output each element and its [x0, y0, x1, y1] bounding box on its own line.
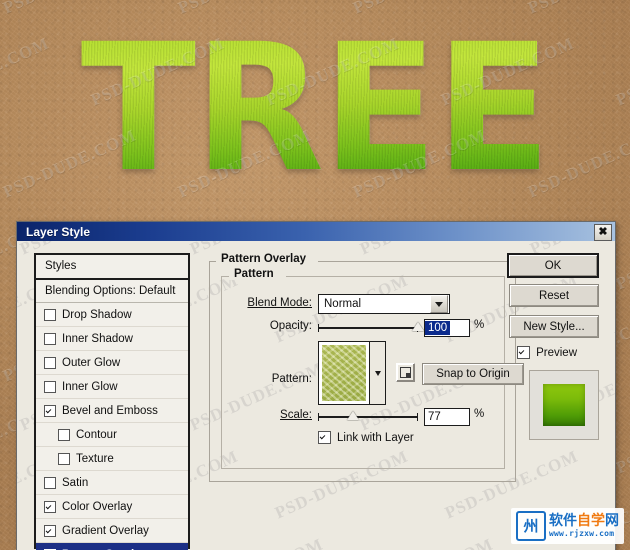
pattern-label-text: Pattern: [271, 373, 312, 385]
watermark-text: PSD-DUDE.COM [612, 270, 615, 347]
watermark-text: PSD-DUDE.COM [357, 241, 496, 259]
screenshot-root: TREE TREE PSD-DUDE.COMPSD-DUDE.COMPSD-DU… [0, 0, 630, 550]
opacity-slider-track[interactable] [318, 324, 418, 332]
dialog-title: Layer Style [26, 224, 91, 239]
logo-name-part2: 自学 [577, 513, 605, 529]
checkbox-icon[interactable] [44, 500, 56, 513]
subgroup-border-right [286, 276, 504, 277]
blend-mode-value: Normal [324, 298, 362, 310]
style-row-label: Outer Glow [62, 356, 121, 369]
dialog-title-bar: Layer Style ✖ [17, 222, 615, 241]
blend-mode-select[interactable]: Normal [318, 294, 450, 314]
checkbox-icon[interactable] [58, 428, 70, 441]
scale-label: Scale: [228, 409, 312, 421]
pattern-picker-chevron-down-icon[interactable] [369, 342, 385, 404]
checkbox-icon[interactable] [58, 452, 70, 465]
style-row[interactable]: Texture [36, 447, 188, 471]
new-style-button[interactable]: New Style... [509, 315, 599, 338]
checkbox-icon [517, 346, 531, 359]
style-row-label: Gradient Overlay [62, 524, 149, 537]
opacity-input[interactable]: 100 [424, 319, 470, 337]
scale-input[interactable]: 77 [424, 408, 470, 426]
preset-square-icon [400, 367, 411, 378]
watermark-text: PSD-DUDE.COM [187, 535, 326, 550]
scale-label-text: Scale: [280, 409, 312, 421]
checkbox-icon[interactable] [44, 524, 56, 537]
checkbox-icon[interactable] [44, 308, 56, 321]
opacity-slider-thumb[interactable] [412, 322, 424, 331]
logo-name-part3: 网 [605, 513, 619, 529]
group-border-right [318, 261, 515, 262]
opacity-unit: % [474, 319, 485, 331]
scale-slider-track[interactable] [318, 413, 418, 421]
new-pattern-preset-icon[interactable] [396, 363, 415, 382]
style-row[interactable]: Inner Shadow [36, 327, 188, 351]
style-row[interactable]: Color Overlay [36, 495, 188, 519]
close-icon[interactable]: ✖ [594, 224, 612, 241]
logo-mark-icon: 州 [516, 511, 546, 541]
scale-unit: % [474, 408, 485, 420]
preview-checkbox[interactable]: Preview [517, 346, 577, 359]
chevron-down-icon[interactable] [430, 295, 448, 313]
checkbox-icon[interactable] [44, 356, 56, 369]
checkbox-icon[interactable] [44, 332, 56, 345]
pattern-label: Pattern: [228, 373, 312, 385]
style-row[interactable]: Inner Glow [36, 375, 188, 399]
reset-button[interactable]: Reset [509, 284, 599, 307]
style-row-label: Inner Glow [62, 380, 118, 393]
blend-mode-label-text: Blend Mode: [247, 297, 312, 309]
subgroup-border-left [222, 276, 229, 277]
logo-text: 软件自学网 www.rjzxw.com [549, 514, 619, 538]
blend-mode-label: Blend Mode: [228, 297, 312, 309]
link-with-layer-label: Link with Layer [337, 431, 414, 444]
logo-name: 软件自学网 [549, 514, 619, 528]
pattern-overlay-group: Pattern Overlay Pattern Blend Mode: Norm… [209, 253, 524, 482]
style-preview-swatch [543, 384, 585, 426]
checkbox-icon[interactable] [44, 476, 56, 489]
styles-list-panel: Styles Blending Options: Default Drop Sh… [34, 253, 190, 550]
style-row[interactable]: Drop Shadow [36, 303, 188, 327]
site-logo: 州 软件自学网 www.rjzxw.com [511, 508, 624, 544]
dialog-body: PSD-DUDE.COM PSD-DUDE.COM PSD-DUDE.COM PSD-… [17, 241, 615, 550]
pattern-subgroup-title: Pattern [229, 268, 279, 280]
pattern-overlay-group-title: Pattern Overlay [216, 253, 312, 265]
checkbox-icon [318, 431, 331, 444]
style-row[interactable]: Satin [36, 471, 188, 495]
logo-url: www.rjzxw.com [549, 529, 615, 538]
logo-name-part1: 软件 [549, 513, 577, 529]
style-row[interactable]: Pattern Overlay [36, 543, 188, 550]
style-row-label: Contour [76, 428, 117, 441]
pattern-subgroup: Pattern Blend Mode: Normal Opacity: 100 … [221, 268, 524, 469]
scale-slider-thumb[interactable] [347, 411, 359, 420]
style-row-label: Drop Shadow [62, 308, 132, 321]
style-row-label: Color Overlay [62, 500, 133, 513]
ok-button[interactable]: OK [507, 253, 599, 278]
styles-list-header[interactable]: Styles [36, 255, 188, 280]
style-row-label: Bevel and Emboss [62, 404, 158, 417]
watermark-text: PSD-DUDE.COM [357, 535, 496, 550]
styles-list-items: Drop Shadow Inner Shadow Outer Glow Inner G… [36, 303, 188, 550]
opacity-label-text: Opacity: [269, 320, 312, 332]
style-row[interactable]: Contour [36, 423, 188, 447]
style-row[interactable]: Gradient Overlay [36, 519, 188, 543]
style-row-label: Texture [76, 452, 114, 465]
style-row-label: Inner Shadow [62, 332, 133, 345]
link-with-layer-checkbox[interactable]: Link with Layer [318, 431, 414, 444]
preview-label: Preview [536, 346, 577, 359]
layer-style-dialog: Layer Style ✖ PSD-DUDE.COM PSD-DUDE.COM PS… [16, 221, 616, 550]
snap-to-origin-button[interactable]: Snap to Origin [422, 363, 524, 385]
checkbox-icon[interactable] [44, 404, 56, 417]
style-row[interactable]: Bevel and Emboss [36, 399, 188, 423]
style-row-label: Satin [62, 476, 89, 489]
pattern-swatch-picker[interactable] [318, 341, 386, 405]
checkbox-icon[interactable] [44, 380, 56, 393]
pattern-swatch-preview [322, 345, 366, 401]
scale-value: 77 [428, 411, 441, 423]
style-row[interactable]: Outer Glow [36, 351, 188, 375]
opacity-label: Opacity: [228, 320, 312, 332]
style-preview-box [529, 370, 599, 440]
opacity-value: 100 [425, 321, 451, 335]
blending-options-row[interactable]: Blending Options: Default [36, 280, 188, 303]
